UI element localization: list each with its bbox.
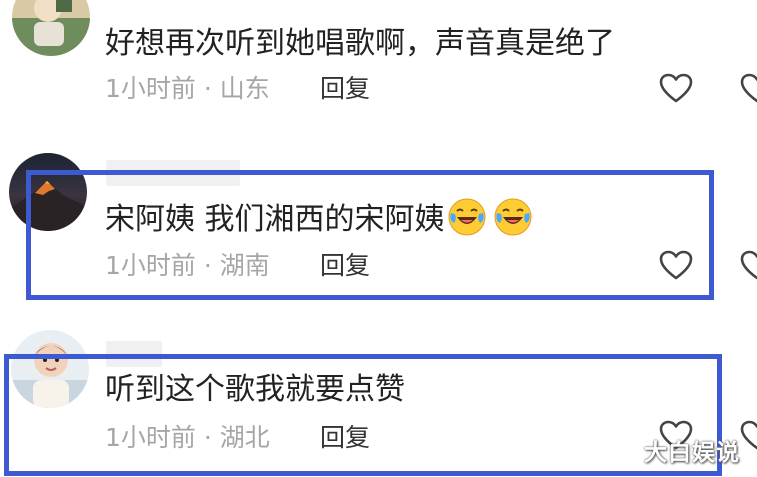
comment-text: 宋阿姨 我们湘西的宋阿姨 (105, 197, 533, 240)
comment-location: 湖北 (219, 423, 270, 452)
heart-icon[interactable] (740, 250, 757, 280)
reply-button[interactable]: 回复 (320, 421, 370, 455)
comment-location: 湖南 (219, 251, 270, 280)
laugh-cry-emoji-icon (448, 198, 486, 236)
comment-time: 1小时前 (105, 74, 196, 103)
comment-text: 好想再次听到她唱歌啊，声音真是绝了 (105, 26, 615, 61)
comment-meta: 1小时前 · 湖北 回复 (105, 421, 370, 455)
meta-separator: · (195, 74, 220, 103)
comment-text: 听到这个歌我就要点赞 (105, 372, 405, 407)
laugh-cry-emoji-icon (494, 198, 532, 236)
comment-meta: 1小时前 · 湖南 回复 (105, 249, 370, 283)
comment-meta: 1小时前 · 山东 回复 (105, 72, 370, 106)
heart-icon[interactable] (659, 73, 693, 103)
comment-time: 1小时前 (105, 251, 196, 280)
heart-icon[interactable] (740, 73, 757, 103)
comment-text-content: 宋阿姨 我们湘西的宋阿姨 (105, 202, 445, 237)
heart-icon[interactable] (659, 250, 693, 280)
meta-separator: · (195, 251, 220, 280)
avatar[interactable] (12, 0, 90, 56)
reply-button[interactable]: 回复 (320, 72, 370, 106)
meta-separator: · (195, 423, 220, 452)
reply-button[interactable]: 回复 (320, 249, 370, 283)
comment-time: 1小时前 (105, 423, 196, 452)
heart-icon[interactable] (740, 420, 757, 450)
watermark: 大白娱说 (644, 440, 740, 466)
comment-location: 山东 (219, 74, 270, 103)
